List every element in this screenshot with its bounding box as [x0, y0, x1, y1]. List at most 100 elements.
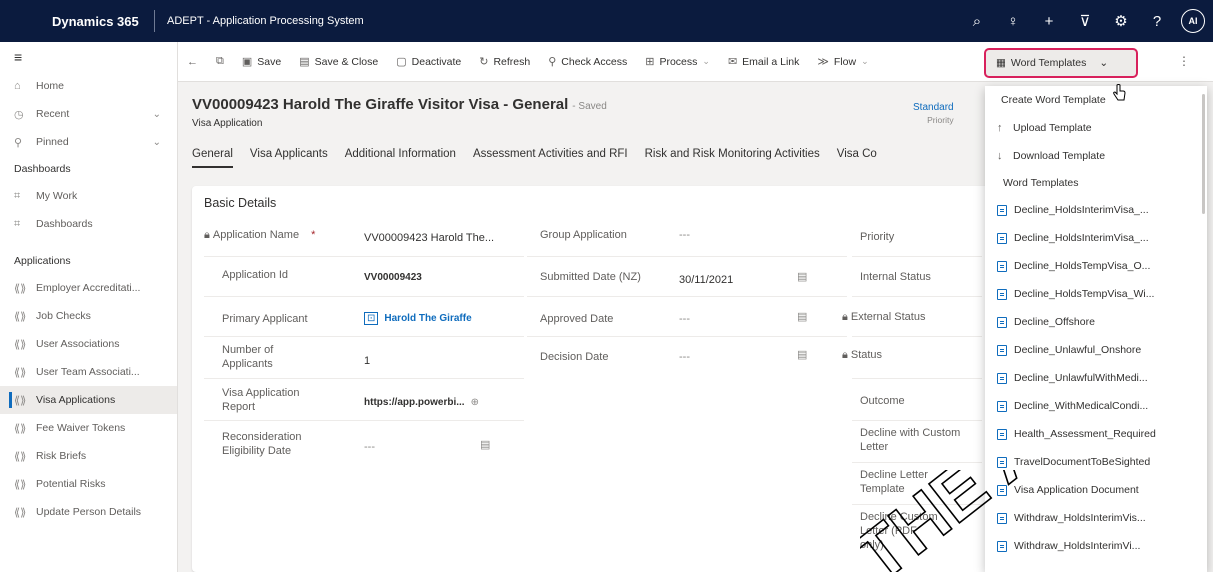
- document-icon: [997, 288, 1007, 300]
- template-item[interactable]: Decline_HoldsInterimVisa_...: [985, 224, 1207, 252]
- template-item[interactable]: Withdraw_HoldsInterimVis...: [985, 504, 1207, 532]
- visa-application-report-value[interactable]: https://app.powerbi... ⊕: [364, 396, 479, 410]
- chevron-down-icon[interactable]: ⌄: [153, 109, 161, 120]
- number-of-applicants-value[interactable]: 1: [364, 354, 370, 368]
- menu-scrollbar[interactable]: [1202, 94, 1205, 214]
- template-item[interactable]: Withdraw_HoldsInterimVi...: [985, 532, 1207, 560]
- primary-applicant-link[interactable]: ⊡ Harold The Giraffe: [364, 312, 472, 326]
- lightbulb-icon[interactable]: ♀: [995, 13, 1031, 30]
- sidebar-item-update-person-details[interactable]: ⟪⟫ Update Person Details: [0, 498, 177, 526]
- tab-assessment-activities[interactable]: Assessment Activities and RFI: [473, 148, 628, 168]
- template-item[interactable]: Visa Application Document: [985, 476, 1207, 504]
- puzzle-icon: ⟪⟫: [14, 506, 27, 519]
- sidebar-item-user-team-associations[interactable]: ⟪⟫ User Team Associati...: [0, 358, 177, 386]
- popout-button[interactable]: ⧉: [207, 42, 233, 82]
- word-templates-label: Word Templates: [1010, 57, 1087, 69]
- sidebar-item-my-work[interactable]: ⌗ My Work: [0, 182, 177, 210]
- template-item[interactable]: Decline_WithMedicalCondi...: [985, 392, 1207, 420]
- sidebar-item-recent[interactable]: ◷ Recent ⌄: [0, 100, 177, 128]
- sidebar-item-label: Risk Briefs: [36, 450, 87, 462]
- template-item[interactable]: TravelDocumentToBeSighted: [985, 448, 1207, 476]
- calendar-icon[interactable]: ▤: [797, 270, 807, 283]
- calendar-icon[interactable]: ▤: [797, 310, 807, 323]
- template-item[interactable]: Decline_HoldsInterimVisa_...: [985, 196, 1207, 224]
- record-title: VV00009423 Harold The Giraffe Visitor Vi…: [192, 96, 569, 113]
- create-word-template-item[interactable]: Create Word Template: [985, 86, 1207, 114]
- sidebar-item-dashboards[interactable]: ⌗ Dashboards: [0, 210, 177, 238]
- group-application-value[interactable]: ---: [679, 228, 690, 242]
- puzzle-icon: ⟪⟫: [14, 282, 27, 295]
- sidebar-item-user-associations[interactable]: ⟪⟫ User Associations: [0, 330, 177, 358]
- calendar-icon[interactable]: ▤: [797, 348, 807, 361]
- sidebar-item-risk-briefs[interactable]: ⟪⟫ Risk Briefs: [0, 442, 177, 470]
- lock-icon: 🔒︎: [204, 229, 210, 241]
- word-template-icon: ▦: [996, 57, 1006, 69]
- application-name-value[interactable]: VV00009423 Harold The...: [364, 231, 494, 245]
- brand-name[interactable]: Dynamics 365: [52, 14, 154, 29]
- sidebar-item-visa-applications[interactable]: ⟪⟫ Visa Applications: [0, 386, 177, 414]
- word-templates-button[interactable]: ▦ Word Templates ⌄: [984, 48, 1138, 78]
- sidebar-item-label: Dashboards: [36, 218, 93, 230]
- refresh-button[interactable]: ↻ Refresh: [470, 42, 539, 82]
- upload-template-item[interactable]: ↑ Upload Template: [985, 114, 1207, 142]
- more-commands-icon[interactable]: ⋮: [1178, 54, 1190, 68]
- template-item[interactable]: Decline_HoldsTempVisa_Wi...: [985, 280, 1207, 308]
- submitted-date-value[interactable]: 30/11/2021: [679, 273, 733, 287]
- sidebar-item-home[interactable]: ⌂ Home: [0, 72, 177, 100]
- email-link-button[interactable]: ✉ Email a Link: [719, 42, 808, 82]
- process-button[interactable]: ⊞ Process ⌄: [636, 42, 719, 82]
- help-icon[interactable]: ?: [1139, 13, 1175, 30]
- sidebar-item-job-checks[interactable]: ⟪⟫ Job Checks: [0, 302, 177, 330]
- process-icon: ⊞: [645, 56, 655, 68]
- hamburger-icon[interactable]: ≡: [0, 42, 177, 72]
- check-access-button[interactable]: ⚲ Check Access: [539, 42, 636, 82]
- deactivate-button[interactable]: ▢ Deactivate: [387, 42, 470, 82]
- tab-visa-co[interactable]: Visa Co: [837, 148, 877, 168]
- globe-icon[interactable]: ⊕: [471, 397, 479, 408]
- avatar[interactable]: AI: [1181, 9, 1205, 33]
- reconsideration-date-value[interactable]: ---: [364, 440, 375, 454]
- sidebar-item-fee-waiver-tokens[interactable]: ⟪⟫ Fee Waiver Tokens: [0, 414, 177, 442]
- record-header: VV00009423 Harold The Giraffe Visitor Vi…: [192, 96, 607, 129]
- field-label-application-name: 🔒︎ Application Name *: [204, 229, 316, 241]
- template-item[interactable]: Decline_Unlawful_Onshore: [985, 336, 1207, 364]
- template-item[interactable]: Decline_HoldsTempVisa_O...: [985, 252, 1207, 280]
- tab-additional-information[interactable]: Additional Information: [345, 148, 456, 168]
- upload-template-label: Upload Template: [1013, 122, 1092, 134]
- save-button[interactable]: ▣ Save: [233, 42, 290, 82]
- approved-date-value[interactable]: ---: [679, 312, 690, 326]
- tab-risk-monitoring[interactable]: Risk and Risk Monitoring Activities: [645, 148, 820, 168]
- application-id-value[interactable]: VV00009423: [364, 271, 422, 285]
- process-label: Process: [659, 55, 698, 68]
- back-button[interactable]: ←: [178, 42, 207, 82]
- save-close-button[interactable]: ▤ Save & Close: [290, 42, 387, 82]
- gear-icon[interactable]: ⚙: [1103, 12, 1139, 30]
- template-item[interactable]: Decline_UnlawfulWithMedi...: [985, 364, 1207, 392]
- tab-visa-applicants[interactable]: Visa Applicants: [250, 148, 328, 168]
- template-label: Decline_HoldsInterimVisa_...: [1014, 204, 1149, 216]
- app-title[interactable]: ADEPT - Application Processing System: [167, 15, 364, 27]
- plus-icon[interactable]: +: [1031, 13, 1067, 30]
- template-label: Withdraw_HoldsInterimVi...: [1014, 540, 1141, 552]
- priority-header-field[interactable]: Standard Priority: [913, 102, 954, 125]
- download-template-item[interactable]: ↓ Download Template: [985, 142, 1207, 170]
- filter-icon[interactable]: ⊽: [1067, 12, 1103, 30]
- template-item[interactable]: Health_Assessment_Required: [985, 420, 1207, 448]
- template-item[interactable]: Decline_Offshore: [985, 308, 1207, 336]
- section-title: Basic Details: [204, 196, 277, 210]
- tab-general[interactable]: General: [192, 148, 233, 168]
- template-label: Decline_HoldsTempVisa_O...: [1014, 260, 1151, 272]
- sidebar-item-label: Pinned: [36, 136, 69, 148]
- decision-date-value[interactable]: ---: [679, 350, 690, 364]
- page-title: VV00009423 Harold The Giraffe Visitor Vi…: [192, 96, 607, 113]
- deactivate-label: Deactivate: [411, 55, 462, 68]
- sidebar-item-potential-risks[interactable]: ⟪⟫ Potential Risks: [0, 470, 177, 498]
- calendar-icon[interactable]: ▤: [480, 438, 490, 451]
- chevron-down-icon[interactable]: ⌄: [153, 137, 161, 148]
- sidebar-item-pinned[interactable]: ⚲ Pinned ⌄: [0, 128, 177, 156]
- flow-button[interactable]: ≫ Flow ⌄: [808, 42, 877, 82]
- search-icon[interactable]: ⌕: [959, 13, 995, 30]
- flow-icon: ≫: [817, 56, 829, 68]
- topbar-icons: ⌕ ♀ + ⊽ ⚙ ? AI: [959, 0, 1205, 42]
- sidebar-item-employer-accreditation[interactable]: ⟪⟫ Employer Accreditati...: [0, 274, 177, 302]
